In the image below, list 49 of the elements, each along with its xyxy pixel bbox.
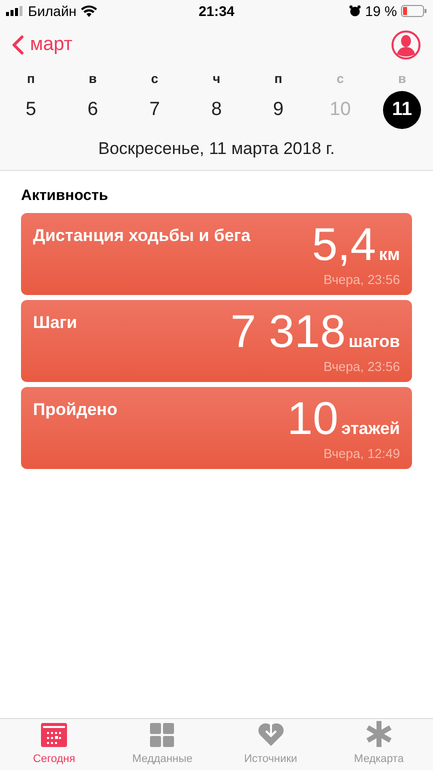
day-button[interactable]: 8 xyxy=(197,91,236,129)
day-button[interactable]: 7 xyxy=(136,91,174,129)
section-title: Активность xyxy=(21,186,110,206)
tab-button[interactable]: Источники xyxy=(216,719,325,770)
metric-value: 5,4 xyxy=(312,221,376,267)
clock-time: 21:34 xyxy=(198,2,234,20)
tab-button[interactable]: Сегодня xyxy=(0,719,108,770)
day-button[interactable]: 6 xyxy=(74,91,112,129)
tab-button[interactable]: Медкарта xyxy=(324,719,433,770)
day-button[interactable]: 10 xyxy=(321,91,360,129)
metric-value: 10 xyxy=(287,395,338,441)
back-chevron-icon xyxy=(12,35,24,55)
card-title: Дистанция ходьбы и бега xyxy=(33,225,250,247)
card-title: Шаги xyxy=(33,312,78,334)
metric-unit: шагов xyxy=(348,331,400,353)
calendar-icon xyxy=(41,722,68,746)
card-title: Пройдено xyxy=(33,399,118,421)
metric-unit: этажей xyxy=(341,418,400,440)
heart-download-icon xyxy=(256,720,285,746)
carrier-name: Билайн xyxy=(28,2,77,20)
timestamp: Вчера, 23:56 xyxy=(324,270,400,289)
profile-icon[interactable] xyxy=(391,30,421,60)
tab-button[interactable]: Медданные xyxy=(108,719,216,770)
date-title: Воскресенье, 11 марта 2018 г. xyxy=(97,138,336,160)
metric-value: 7 318 xyxy=(230,308,346,354)
battery-icon xyxy=(401,5,427,17)
timestamp: Вчера, 12:49 xyxy=(324,444,400,463)
grid-icon xyxy=(150,722,174,746)
weekday-label: ч xyxy=(212,70,222,88)
day-button[interactable]: 9 xyxy=(259,91,298,129)
day-button[interactable]: 11 xyxy=(383,91,422,129)
weekday-label: п xyxy=(273,70,284,88)
battery-percent: 19 % xyxy=(365,2,397,20)
wifi-icon xyxy=(80,5,97,17)
weekday-label: в xyxy=(397,70,408,88)
signal-icon xyxy=(6,6,24,16)
weekday-label: п xyxy=(26,70,36,88)
activity-card[interactable]: Дистанция ходьбы и бега 5,4 км Вчера, 23:56 xyxy=(21,213,412,295)
weekday-label: с xyxy=(150,70,160,88)
activity-card[interactable]: Шаги 7 318 шагов Вчера, 23:56 xyxy=(21,300,412,382)
activity-card[interactable]: Пройдено 10 этажей Вчера, 12:49 xyxy=(21,387,412,469)
alarm-icon xyxy=(349,5,362,17)
back-button[interactable]: март xyxy=(12,30,72,60)
weekday-label: с xyxy=(336,70,345,88)
metric-unit: км xyxy=(378,244,400,266)
timestamp: Вчера, 23:56 xyxy=(324,358,400,376)
day-button[interactable]: 5 xyxy=(12,91,50,129)
asterisk-icon xyxy=(366,720,392,746)
weekday-label: в xyxy=(88,70,98,88)
